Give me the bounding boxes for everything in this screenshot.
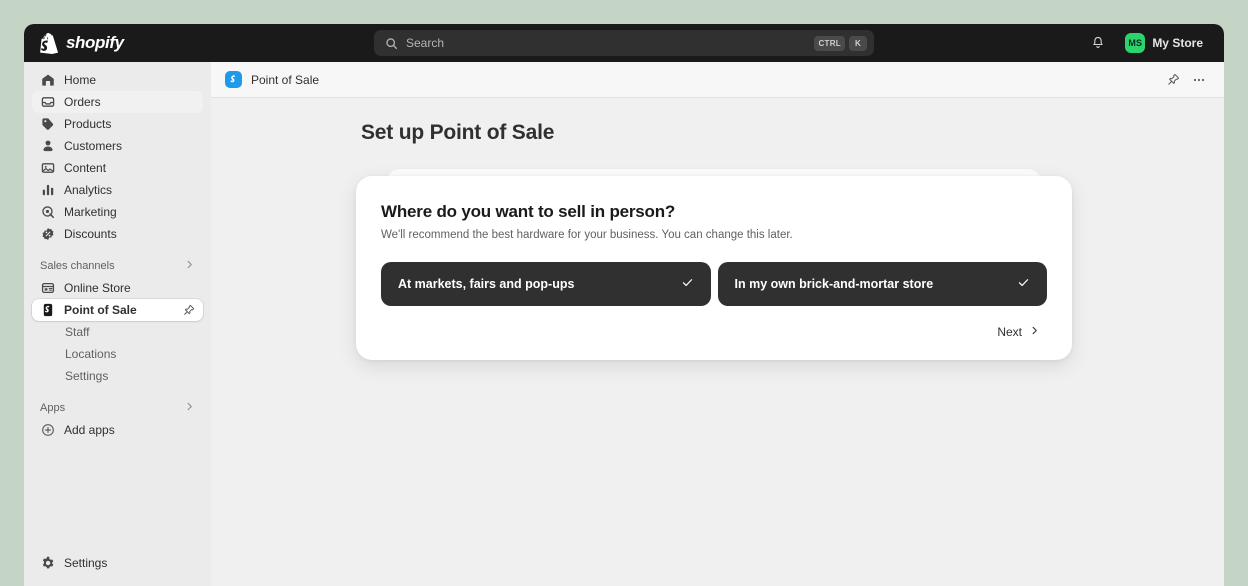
shopify-admin-window: shopify Search CTRL K MS My Store Home O… xyxy=(24,24,1224,586)
sidebar-item-home[interactable]: Home xyxy=(32,69,203,91)
check-icon xyxy=(1017,276,1030,292)
sidebar-footer: Settings xyxy=(24,552,211,586)
sidebar-item-label: Add apps xyxy=(64,423,115,437)
shortcut-key-k: K xyxy=(849,35,867,51)
sidebar-subitem-label: Locations xyxy=(65,347,117,361)
option-list: At markets, fairs and pop-ups In my own … xyxy=(381,262,1047,306)
shortcut-key-ctrl: CTRL xyxy=(814,35,845,51)
section-label: Apps xyxy=(40,402,66,414)
sidebar-item-label: Products xyxy=(64,117,112,131)
notifications-button[interactable] xyxy=(1085,30,1111,56)
sidebar-subitem-label: Staff xyxy=(65,325,90,339)
search-icon xyxy=(386,37,398,49)
sidebar-item-label: Discounts xyxy=(64,227,117,241)
sidebar-item-online-store[interactable]: Online Store xyxy=(32,277,203,299)
search-container: Search CTRL K xyxy=(374,30,874,56)
brand-wordmark: shopify xyxy=(66,33,124,52)
top-bar-actions: MS My Store xyxy=(1085,30,1224,56)
sidebar-item-label: Analytics xyxy=(64,183,113,197)
sidebar-section-sales-channels[interactable]: Sales channels xyxy=(32,255,203,277)
sidebar-item-label: Orders xyxy=(64,95,101,109)
check-icon xyxy=(681,276,694,292)
app-header-actions xyxy=(1162,69,1210,91)
setup-modal: Where do you want to sell in person? We'… xyxy=(356,176,1072,360)
page-title: Set up Point of Sale xyxy=(361,121,555,144)
person-icon xyxy=(40,139,55,154)
sidebar-item-add-apps[interactable]: Add apps xyxy=(32,419,203,441)
megaphone-target-icon xyxy=(40,205,55,220)
bar-chart-icon xyxy=(40,183,55,198)
next-button[interactable]: Next xyxy=(990,321,1047,343)
sidebar-section-apps[interactable]: Apps xyxy=(32,397,203,419)
orders-inbox-icon xyxy=(40,95,55,110)
sidebar-item-settings[interactable]: Settings xyxy=(32,552,203,574)
shopify-bag-icon xyxy=(40,32,59,54)
sidebar-item-analytics[interactable]: Analytics xyxy=(32,179,203,201)
bell-icon xyxy=(1093,36,1103,48)
search-shortcut: CTRL K xyxy=(814,35,867,51)
avatar: MS xyxy=(1125,33,1146,53)
sidebar: Home Orders Products Customers Content A… xyxy=(24,62,211,586)
sidebar-item-label: Marketing xyxy=(64,205,117,219)
pos-shopify-icon xyxy=(40,303,55,318)
sidebar-item-point-of-sale[interactable]: Point of Sale xyxy=(32,299,203,321)
sidebar-item-products[interactable]: Products xyxy=(32,113,203,135)
modal-heading: Where do you want to sell in person? xyxy=(381,202,676,221)
section-label: Sales channels xyxy=(40,260,115,272)
sidebar-item-label: Customers xyxy=(64,139,123,153)
sidebar-item-label: Settings xyxy=(64,556,108,570)
modal-footer: Next xyxy=(381,321,1047,343)
app-body: Home Orders Products Customers Content A… xyxy=(24,62,1224,586)
plus-circle-icon xyxy=(40,423,55,438)
chevron-right-icon xyxy=(1029,325,1040,339)
sidebar-item-orders[interactable]: Orders xyxy=(32,91,203,113)
sidebar-item-discounts[interactable]: Discounts xyxy=(32,223,203,245)
storefront-icon xyxy=(40,281,55,296)
chevron-right-icon xyxy=(184,401,195,415)
home-icon xyxy=(40,73,55,88)
option-markets-fairs-popups[interactable]: At markets, fairs and pop-ups xyxy=(381,262,711,306)
store-name: My Store xyxy=(1152,36,1203,50)
sidebar-item-label: Content xyxy=(64,161,107,175)
tag-icon xyxy=(40,117,55,132)
sidebar-subitem-settings[interactable]: Settings xyxy=(32,365,203,387)
option-label: In my own brick-and-mortar store xyxy=(734,277,934,291)
more-options-button[interactable] xyxy=(1188,69,1210,91)
chevron-right-icon xyxy=(184,259,195,273)
search-input[interactable]: Search CTRL K xyxy=(374,30,874,56)
sidebar-subitem-locations[interactable]: Locations xyxy=(32,343,203,365)
pin-app-button[interactable] xyxy=(1162,69,1184,91)
content-image-icon xyxy=(40,161,55,176)
sidebar-item-content[interactable]: Content xyxy=(32,157,203,179)
sidebar-subitem-staff[interactable]: Staff xyxy=(32,321,203,343)
next-button-label: Next xyxy=(997,325,1022,339)
top-bar: shopify Search CTRL K MS My Store xyxy=(24,24,1224,62)
option-label: At markets, fairs and pop-ups xyxy=(398,277,575,291)
pin-icon[interactable] xyxy=(183,304,195,316)
option-brick-and-mortar-store[interactable]: In my own brick-and-mortar store xyxy=(717,262,1047,306)
app-title: Point of Sale xyxy=(251,72,320,87)
sidebar-item-customers[interactable]: Customers xyxy=(32,135,203,157)
store-menu-button[interactable]: MS My Store xyxy=(1121,30,1210,56)
sidebar-item-label: Home xyxy=(64,73,97,87)
search-placeholder: Search xyxy=(406,36,445,50)
sidebar-item-label: Online Store xyxy=(64,281,131,295)
app-header-bar: Point of Sale xyxy=(211,62,1224,98)
discount-gear-icon xyxy=(40,227,55,242)
modal-subtitle: We'll recommend the best hardware for yo… xyxy=(381,229,793,241)
gear-icon xyxy=(40,556,55,571)
sidebar-subitem-label: Settings xyxy=(65,369,109,383)
pos-app-icon xyxy=(225,71,242,88)
sidebar-item-label: Point of Sale xyxy=(64,303,137,317)
sidebar-item-marketing[interactable]: Marketing xyxy=(32,201,203,223)
main-content: Point of Sale Set up Point of Sale Where… xyxy=(211,62,1224,586)
shopify-brand[interactable]: shopify xyxy=(24,24,124,62)
